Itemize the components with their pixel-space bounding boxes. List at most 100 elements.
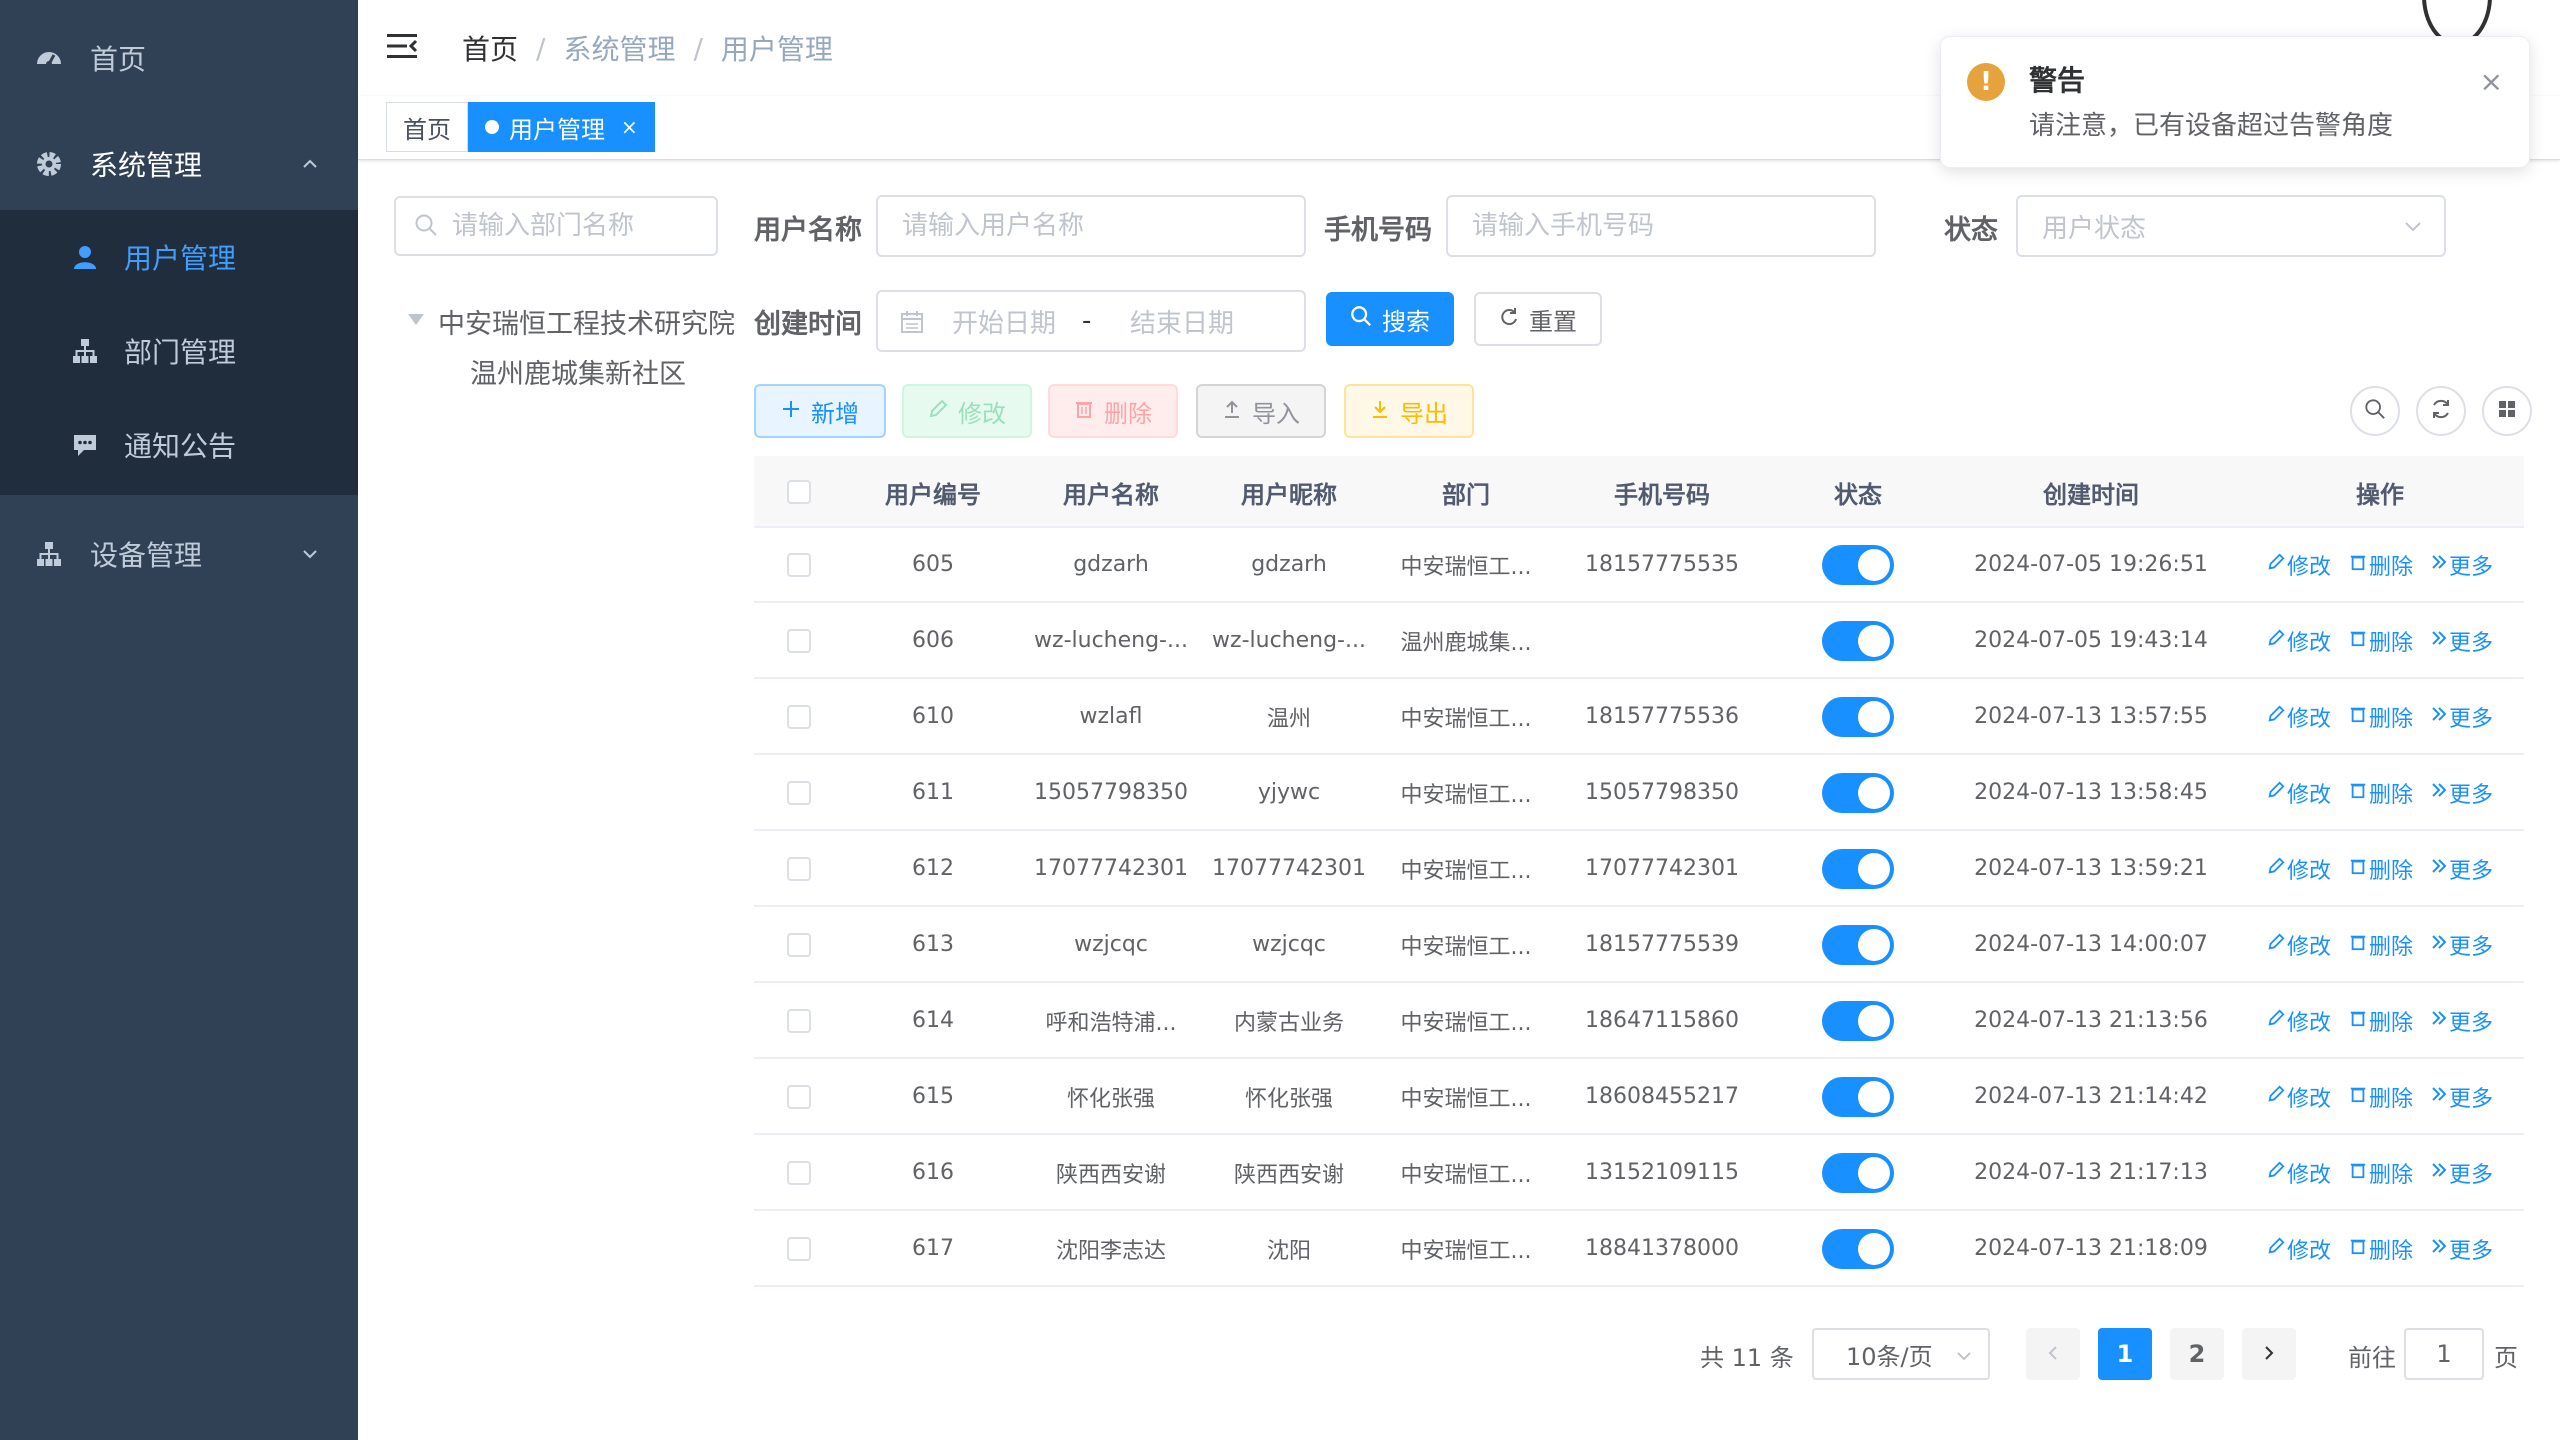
row-delete-link[interactable]: 删除 [2349,1233,2413,1265]
menu-item-home[interactable]: 首页 [0,6,358,110]
table-row[interactable]: 616 陕西西安谢 陕西西安谢 中安瑞恒工... 13152109115 2024-07-… [754,1136,2524,1211]
row-edit-link[interactable]: 修改 [2267,1233,2331,1265]
import-button[interactable]: 导入 [1196,384,1326,438]
status-toggle[interactable] [1822,1152,1894,1193]
select-all-checkbox[interactable] [787,480,811,504]
row-delete-link[interactable]: 删除 [2349,625,2413,657]
row-more-link[interactable]: 更多 [2431,1005,2493,1037]
status-toggle[interactable] [1822,620,1894,661]
breadcrumb-home[interactable]: 首页 [462,28,518,68]
row-checkbox[interactable] [787,704,811,729]
table-row[interactable]: 614 呼和浩特浦... 内蒙古业务 中安瑞恒工... 18647115860 2024-… [754,984,2524,1059]
row-edit-link[interactable]: 修改 [2267,1157,2331,1189]
row-more-link[interactable]: 更多 [2431,625,2493,657]
menu-item-system[interactable]: 系统管理 [0,112,358,216]
page-size-select[interactable]: 10条/页 [1812,1328,1990,1380]
row-delete-link[interactable]: 删除 [2349,549,2413,581]
row-checkbox[interactable] [787,1236,811,1261]
goto-page-input[interactable] [2404,1328,2484,1380]
row-more-link[interactable]: 更多 [2431,549,2493,581]
row-more-link[interactable]: 更多 [2431,929,2493,961]
page-button-1[interactable]: 1 [2098,1328,2152,1380]
row-more-link[interactable]: 更多 [2431,1233,2493,1265]
toggle-search-button[interactable] [2350,386,2400,436]
table-row[interactable]: 610 wzlafl 温州 中安瑞恒工... 18157775536 2024-07-13… [754,680,2524,755]
row-checkbox[interactable] [787,628,811,653]
row-delete-link[interactable]: 删除 [2349,929,2413,961]
row-checkbox[interactable] [787,780,811,805]
status-toggle[interactable] [1822,1076,1894,1117]
row-more-link[interactable]: 更多 [2431,1081,2493,1113]
dept-search-input[interactable] [452,211,702,241]
row-delete-link[interactable]: 删除 [2349,1081,2413,1113]
row-edit-link[interactable]: 修改 [2267,549,2331,581]
status-toggle[interactable] [1822,848,1894,889]
refresh-button[interactable] [2416,386,2466,436]
columns-button[interactable] [2482,386,2532,436]
table-row[interactable]: 615 怀化张强 怀化张强 中安瑞恒工... 18608455217 2024-07-13… [754,1060,2524,1135]
table-row[interactable]: 613 wzjcqc wzjcqc 中安瑞恒工... 18157775539 2024-0… [754,908,2524,983]
end-date-placeholder[interactable]: 结束日期 [1130,303,1234,340]
username-input[interactable] [902,211,1243,241]
row-delete-link[interactable]: 删除 [2349,853,2413,885]
search-button[interactable]: 搜索 [1326,292,1454,346]
next-page-button[interactable] [2242,1328,2296,1380]
caret-down-icon[interactable] [408,314,424,325]
row-delete-link[interactable]: 删除 [2349,1157,2413,1189]
row-edit-link[interactable]: 修改 [2267,1081,2331,1113]
sidebar-item-dept-management[interactable]: 部门管理 [0,304,358,398]
row-more-link[interactable]: 更多 [2431,1157,2493,1189]
tree-node-child[interactable]: 温州鹿城集新社区 [470,352,686,391]
tag-user-management[interactable]: 用户管理 × [468,102,655,152]
page-button-2[interactable]: 2 [2170,1328,2224,1380]
row-checkbox[interactable] [787,1084,811,1109]
table-row[interactable]: 605 gdzarh gdzarh 中安瑞恒工... 18157775535 2024-0… [754,528,2524,603]
hamburger-icon[interactable] [386,30,422,66]
row-more-link[interactable]: 更多 [2431,777,2493,809]
table-row[interactable]: 612 17077742301 17077742301 中安瑞恒工... 1707774… [754,832,2524,907]
tag-home[interactable]: 首页 [386,102,468,152]
row-delete-link[interactable]: 删除 [2349,701,2413,733]
close-icon[interactable]: × [621,115,638,139]
row-checkbox[interactable] [787,1008,811,1033]
reset-button[interactable]: 重置 [1474,292,1602,346]
row-more-link[interactable]: 更多 [2431,853,2493,885]
export-button[interactable]: 导出 [1344,384,1474,438]
add-button[interactable]: 新增 [754,384,886,438]
prev-page-button[interactable] [2026,1328,2080,1380]
row-checkbox[interactable] [787,1160,811,1185]
status-toggle[interactable] [1822,1000,1894,1041]
row-edit-link[interactable]: 修改 [2267,853,2331,885]
phone-field[interactable] [1446,195,1876,257]
row-edit-link[interactable]: 修改 [2267,701,2331,733]
status-toggle[interactable] [1822,772,1894,813]
row-edit-link[interactable]: 修改 [2267,929,2331,961]
phone-input[interactable] [1472,211,1813,241]
table-row[interactable]: 611 15057798350 yjywc 中安瑞恒工... 15057798350 20… [754,756,2524,831]
row-more-link[interactable]: 更多 [2431,701,2493,733]
start-date-placeholder[interactable]: 开始日期 [952,303,1056,340]
status-toggle[interactable] [1822,924,1894,965]
row-checkbox[interactable] [787,552,811,577]
status-toggle[interactable] [1822,696,1894,737]
row-checkbox[interactable] [787,856,811,881]
delete-button[interactable]: 删除 [1048,384,1178,438]
row-checkbox[interactable] [787,932,811,957]
status-select[interactable]: 用户状态 [2016,195,2446,257]
row-delete-link[interactable]: 删除 [2349,777,2413,809]
table-row[interactable]: 617 沈阳李志达 沈阳 中安瑞恒工... 18841378000 2024-07-13 … [754,1212,2524,1287]
tree-node-root[interactable]: 中安瑞恒工程技术研究院 [438,302,735,341]
menu-item-device[interactable]: 设备管理 [0,502,358,606]
date-range-picker[interactable]: 开始日期 - 结束日期 [876,290,1306,352]
row-edit-link[interactable]: 修改 [2267,1005,2331,1037]
sidebar-item-user-management[interactable]: 用户管理 [0,210,358,304]
table-row[interactable]: 606 wz-lucheng-... wz-lucheng-... 温州鹿城集... 2… [754,604,2524,679]
sidebar-item-notice[interactable]: 通知公告 [0,398,358,492]
close-icon[interactable]: × [2480,65,2503,98]
edit-button[interactable]: 修改 [902,384,1032,438]
username-field[interactable] [876,195,1306,257]
status-toggle[interactable] [1822,544,1894,585]
dept-search-field[interactable] [394,196,718,256]
row-edit-link[interactable]: 修改 [2267,777,2331,809]
row-delete-link[interactable]: 删除 [2349,1005,2413,1037]
